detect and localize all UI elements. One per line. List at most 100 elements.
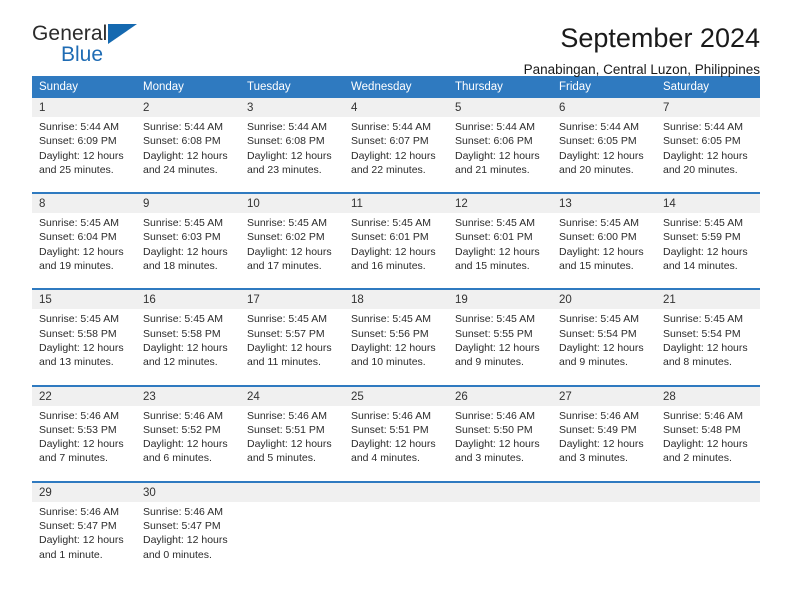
day-detail-line: Daylight: 12 hours <box>559 245 644 258</box>
logo-text-blue: Blue <box>61 43 104 66</box>
day-cell-details: Sunrise: 5:46 AM Sunset: 5:48 PM Daylight:… <box>656 405 760 472</box>
day-detail-line: and 23 minutes. <box>247 163 322 176</box>
day-detail-line: Sunset: 6:01 PM <box>351 231 429 244</box>
day-detail-row: Sunrise: 5:45 AM Sunset: 5:58 PM Daylight:… <box>32 309 760 376</box>
day-number[interactable]: 23 <box>136 386 240 406</box>
day-number[interactable]: 10 <box>240 194 344 214</box>
day-cell-details: Sunrise: 5:46 AM Sunset: 5:50 PM Daylight:… <box>448 405 552 472</box>
day-detail-line: Sunset: 6:08 PM <box>143 135 221 148</box>
day-detail-line: Daylight: 12 hours <box>143 534 228 547</box>
day-detail-line: Sunset: 6:05 PM <box>559 135 637 148</box>
day-number[interactable]: 22 <box>32 386 136 406</box>
weekday-header-monday: Monday <box>136 76 240 98</box>
day-cell-details: Sunrise: 5:46 AM Sunset: 5:49 PM Daylight:… <box>552 405 656 472</box>
week-row-spacer <box>32 375 760 385</box>
day-detail-line: and 7 minutes. <box>39 452 108 465</box>
day-number[interactable]: 13 <box>552 194 656 214</box>
day-detail-line: Sunrise: 5:44 AM <box>39 121 119 133</box>
day-detail-line: Sunrise: 5:45 AM <box>143 217 223 230</box>
day-detail-line: Sunset: 6:06 PM <box>455 135 533 148</box>
day-detail-line: and 12 minutes. <box>143 356 218 369</box>
day-number[interactable]: 12 <box>448 194 552 214</box>
day-detail-line: Sunset: 5:52 PM <box>143 423 221 436</box>
title-block: September 2024 Panabingan, Central Luzon… <box>524 22 760 80</box>
day-detail-line: Sunset: 6:05 PM <box>663 135 741 148</box>
day-cell-details: Sunrise: 5:44 AM Sunset: 6:09 PM Daylight:… <box>32 117 136 184</box>
day-number[interactable]: 2 <box>136 98 240 117</box>
day-number[interactable]: 14 <box>656 194 760 214</box>
day-number[interactable]: 1 <box>32 98 136 117</box>
day-cell-details: Sunrise: 5:45 AM Sunset: 5:58 PM Daylight:… <box>32 309 136 376</box>
day-number[interactable]: 25 <box>344 386 448 406</box>
day-cell-details: Sunrise: 5:45 AM Sunset: 5:57 PM Daylight:… <box>240 309 344 376</box>
day-detail-line: Daylight: 12 hours <box>559 341 644 354</box>
day-detail-line: Sunrise: 5:45 AM <box>351 313 431 326</box>
day-number[interactable]: 27 <box>552 386 656 406</box>
day-detail-line: Sunrise: 5:45 AM <box>663 217 743 230</box>
day-number-empty <box>552 482 656 502</box>
day-number[interactable]: 19 <box>448 290 552 310</box>
day-number[interactable]: 8 <box>32 194 136 214</box>
day-detail-line: Sunrise: 5:45 AM <box>663 313 743 326</box>
day-detail-line: Sunrise: 5:45 AM <box>247 313 327 326</box>
day-number[interactable]: 17 <box>240 290 344 310</box>
day-detail-line: and 3 minutes. <box>559 452 628 465</box>
day-cell-details: Sunrise: 5:45 AM Sunset: 6:04 PM Daylight:… <box>32 213 136 280</box>
day-number[interactable]: 29 <box>32 482 136 502</box>
day-number[interactable]: 11 <box>344 194 448 214</box>
day-number[interactable]: 30 <box>136 482 240 502</box>
day-number[interactable]: 9 <box>136 194 240 214</box>
day-number[interactable]: 5 <box>448 98 552 117</box>
calendar-page: General Blue September 2024 Panabingan, … <box>0 0 792 612</box>
day-detail-line: Sunset: 5:49 PM <box>559 423 637 436</box>
day-detail-line: Daylight: 12 hours <box>663 149 748 162</box>
day-cell-details: Sunrise: 5:46 AM Sunset: 5:47 PM Daylight:… <box>136 501 240 568</box>
general-blue-logo[interactable]: General Blue <box>32 22 150 68</box>
day-detail-line: Sunset: 5:53 PM <box>39 423 117 436</box>
day-detail-line: and 14 minutes. <box>663 260 738 273</box>
day-number[interactable]: 24 <box>240 386 344 406</box>
day-number[interactable]: 18 <box>344 290 448 310</box>
day-cell-empty <box>240 501 344 568</box>
day-number[interactable]: 16 <box>136 290 240 310</box>
day-detail-line: and 15 minutes. <box>455 260 530 273</box>
day-cell-details: Sunrise: 5:45 AM Sunset: 5:54 PM Daylight:… <box>656 309 760 376</box>
day-number[interactable]: 3 <box>240 98 344 117</box>
day-number[interactable]: 21 <box>656 290 760 310</box>
day-detail-line: Sunset: 6:02 PM <box>247 231 325 244</box>
day-cell-empty <box>656 501 760 568</box>
day-number[interactable]: 4 <box>344 98 448 117</box>
day-cell-details: Sunrise: 5:45 AM Sunset: 6:03 PM Daylight:… <box>136 213 240 280</box>
day-detail-line: Daylight: 12 hours <box>663 438 748 451</box>
day-number[interactable]: 7 <box>656 98 760 117</box>
day-detail-line: Sunrise: 5:46 AM <box>559 409 639 422</box>
day-detail-line: and 8 minutes. <box>663 356 732 369</box>
day-detail-line: Sunset: 5:47 PM <box>39 520 117 533</box>
day-number[interactable]: 15 <box>32 290 136 310</box>
page-subtitle: Panabingan, Central Luzon, Philippines <box>523 62 760 77</box>
day-detail-line: Sunset: 6:00 PM <box>559 231 637 244</box>
day-detail-line: and 11 minutes. <box>247 356 321 369</box>
day-number[interactable]: 26 <box>448 386 552 406</box>
day-detail-line: Daylight: 12 hours <box>351 149 436 162</box>
day-detail-line: and 1 minute. <box>39 548 103 561</box>
day-number-empty <box>656 482 760 502</box>
day-detail-line: Daylight: 12 hours <box>39 341 124 354</box>
day-number[interactable]: 6 <box>552 98 656 117</box>
day-detail-line: Sunrise: 5:46 AM <box>351 409 431 422</box>
day-detail-line: and 20 minutes. <box>663 163 738 176</box>
day-cell-details: Sunrise: 5:45 AM Sunset: 6:00 PM Daylight:… <box>552 213 656 280</box>
day-detail-line: Sunset: 5:58 PM <box>39 327 117 340</box>
day-cell-details: Sunrise: 5:44 AM Sunset: 6:08 PM Daylight:… <box>136 117 240 184</box>
day-detail-line: Sunrise: 5:44 AM <box>351 121 431 133</box>
day-detail-line: Daylight: 12 hours <box>455 245 540 258</box>
day-detail-line: Sunrise: 5:45 AM <box>559 313 639 326</box>
day-detail-line: Sunrise: 5:46 AM <box>143 505 223 518</box>
day-detail-line: Daylight: 12 hours <box>455 149 540 162</box>
day-number[interactable]: 28 <box>656 386 760 406</box>
day-number[interactable]: 20 <box>552 290 656 310</box>
day-detail-line: and 18 minutes. <box>143 260 218 273</box>
day-detail-line: Sunrise: 5:46 AM <box>455 409 535 422</box>
day-detail-line: Daylight: 12 hours <box>351 341 436 354</box>
day-detail-row: Sunrise: 5:45 AM Sunset: 6:04 PM Daylight:… <box>32 213 760 280</box>
